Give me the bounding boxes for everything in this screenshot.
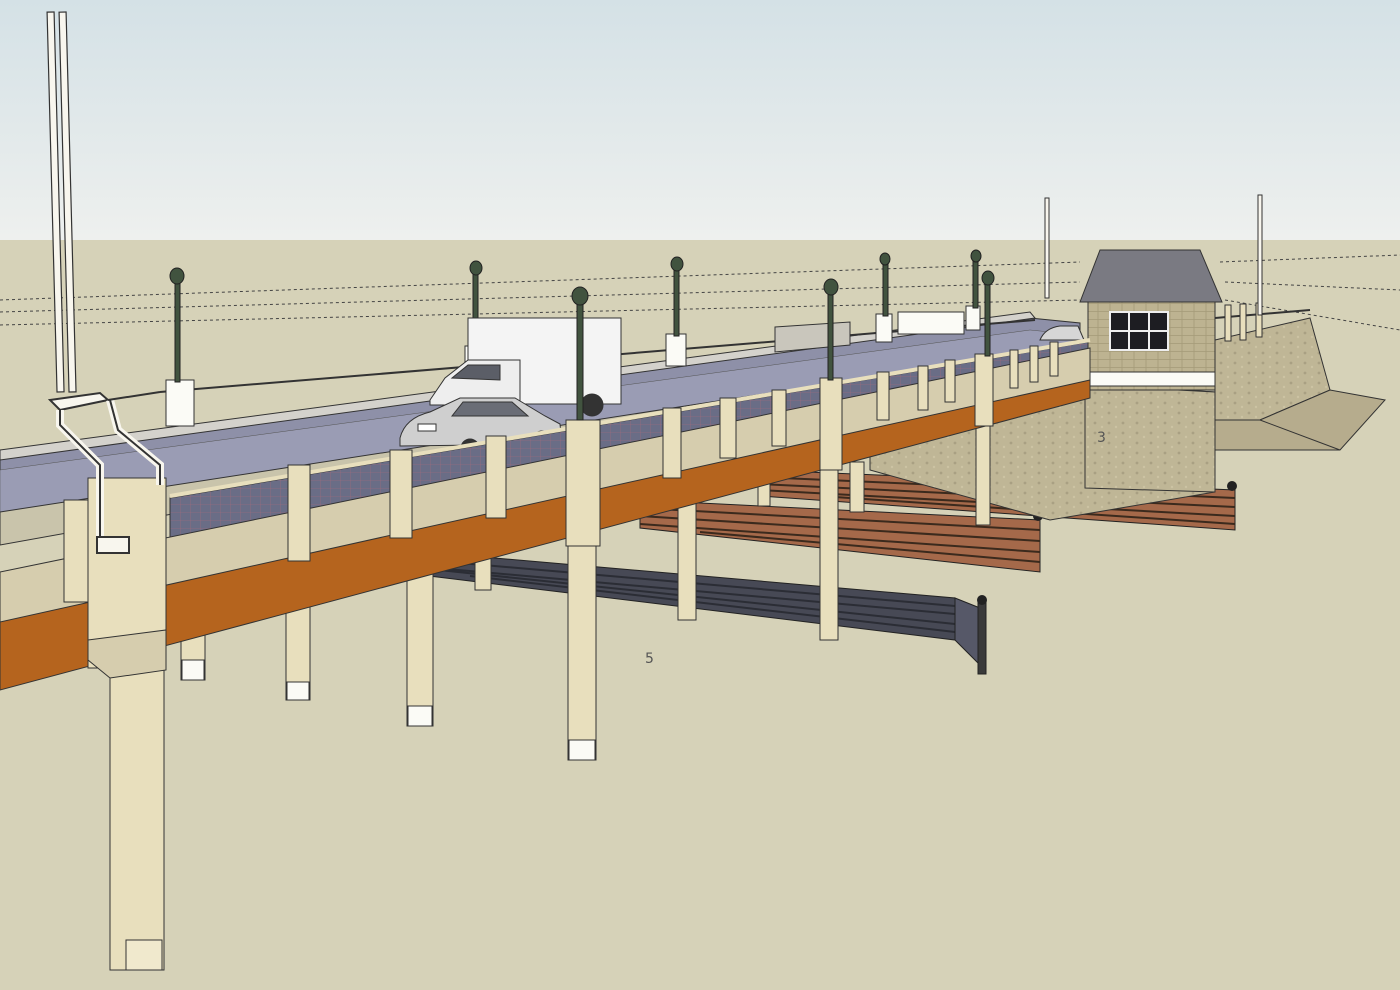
dimension-label-3: 3 bbox=[1097, 430, 1106, 446]
sky bbox=[0, 0, 1400, 240]
bridge-model-scene: 5 3 bbox=[0, 0, 1400, 990]
control-house bbox=[1079, 249, 1223, 391]
dimension-label-5: 5 bbox=[645, 651, 654, 667]
model-viewport[interactable]: 5 3 bbox=[0, 0, 1400, 990]
